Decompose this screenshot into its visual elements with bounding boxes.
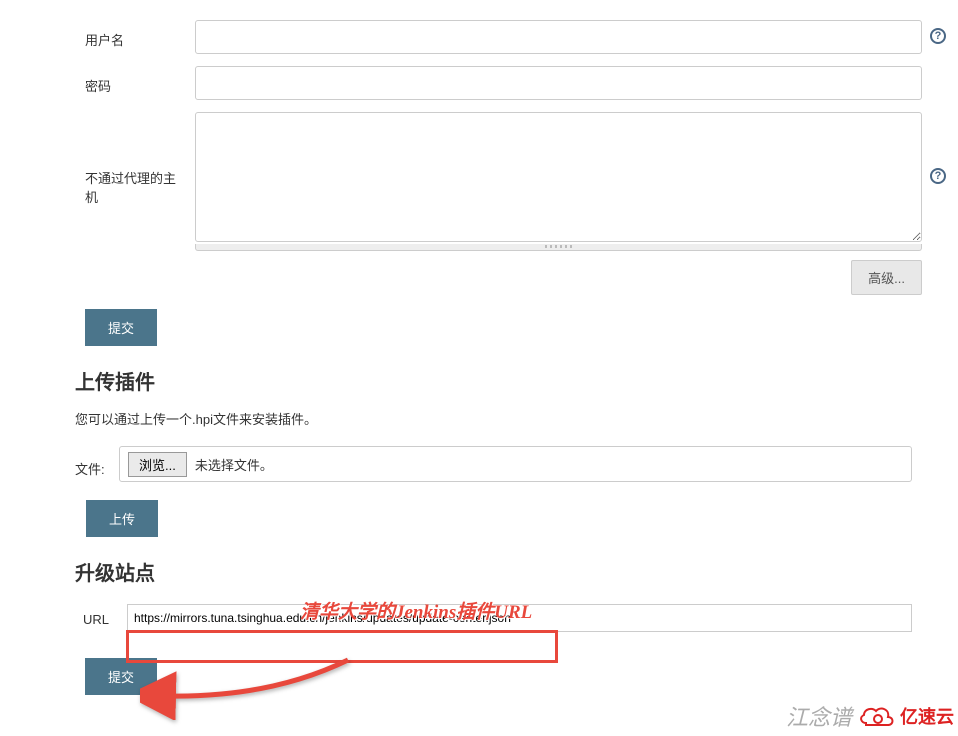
username-input[interactable] — [195, 20, 922, 54]
help-icon[interactable]: ? — [930, 168, 946, 184]
watermark-signature: 江念谱 — [786, 700, 852, 732]
upload-button[interactable]: 上传 — [86, 500, 158, 537]
resize-handle[interactable] — [195, 244, 922, 251]
help-icon[interactable]: ? — [930, 28, 946, 44]
password-input[interactable] — [195, 66, 922, 100]
noproxy-label: 不通过代理的主机 — [0, 112, 195, 206]
brand-logo-icon — [856, 701, 896, 731]
advanced-button[interactable]: 高级... — [851, 260, 922, 295]
url-input[interactable] — [127, 604, 912, 632]
username-label: 用户名 — [0, 20, 195, 49]
upload-plugin-desc: 您可以通过上传一个.hpi文件来安装插件。 — [75, 409, 946, 428]
upload-plugin-title: 上传插件 — [75, 366, 946, 395]
file-label: 文件: — [75, 451, 119, 478]
watermark: 江念谱 亿速云 — [786, 700, 954, 732]
watermark-brand: 亿速云 — [900, 703, 954, 729]
upgrade-site-title: 升级站点 — [75, 557, 946, 586]
url-label: URL — [75, 610, 127, 627]
noproxy-textarea[interactable] — [195, 112, 922, 242]
submit-site-button[interactable]: 提交 — [85, 658, 157, 695]
browse-button[interactable]: 浏览... — [128, 452, 187, 477]
no-file-text: 未选择文件。 — [195, 455, 273, 474]
password-label: 密码 — [0, 66, 195, 95]
submit-proxy-button[interactable]: 提交 — [85, 309, 157, 346]
file-field[interactable]: 浏览... 未选择文件。 — [119, 446, 912, 482]
